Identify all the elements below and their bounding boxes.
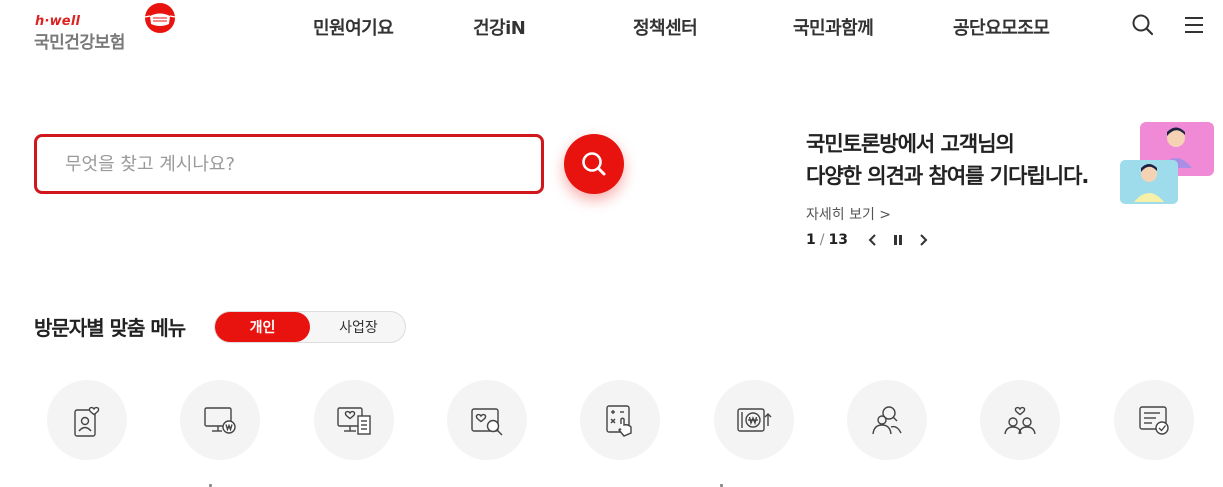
pause-icon [893,235,902,245]
pager-separator: / [819,232,825,248]
family-heart-icon [1004,406,1036,435]
calculator-hand-icon [606,405,632,437]
search-icon [582,152,606,176]
pager-next-button[interactable] [916,230,932,250]
chevron-right-icon [920,234,928,246]
visitor-menu-title: 방문자별 맞춤 메뉴 [34,316,186,340]
logo-name: 국민건강보험 [34,33,125,53]
search-input[interactable] [37,137,541,191]
nav-item-with-people[interactable]: 국민과함께 [793,14,874,40]
menu-item-6[interactable] [714,380,794,460]
visitor-type-toggle: 개인 사업장 [214,311,406,343]
search-submit-button[interactable] [564,134,624,194]
receipt-heart-icon [337,407,371,435]
pager-pause-button[interactable] [890,230,906,250]
chevron-left-icon [868,234,876,246]
video-call-people-illustration [1120,122,1214,204]
document-check-icon [1139,406,1169,435]
menu-item-3[interactable] [314,380,394,460]
nav-item-policy[interactable]: 정책센터 [633,14,698,40]
tab-individual[interactable]: 개인 [215,312,310,342]
banner-more-link[interactable]: 자세히 보기 > [806,204,891,224]
nav-item-minwon[interactable]: 민원여기요 [313,14,394,40]
menu-item-1[interactable] [47,380,127,460]
menu-item-4[interactable] [447,380,527,460]
person-search-icon [872,406,902,435]
menu-item-5[interactable] [580,380,660,460]
menu-item-7[interactable] [847,380,927,460]
pager-prev-button[interactable] [864,230,880,250]
nav-item-health-in[interactable]: 건강iN [473,14,526,40]
nav-item-about[interactable]: 공단요모조모 [953,14,1050,40]
menu-item-9[interactable] [1114,380,1194,460]
won-up-icon [737,408,772,432]
banner-pager: 1 / 13 [806,230,932,250]
pager-current: 1 [806,232,816,248]
all-menu-button[interactable] [1181,12,1207,38]
search-box [34,134,544,194]
profile-heart-icon [74,406,100,437]
menu-item-2[interactable] [180,380,260,460]
menu-item-8[interactable] [980,380,1060,460]
pager-total: 13 [828,232,848,248]
monitor-won-icon [204,407,236,434]
hamburger-menu-icon [1185,17,1203,33]
tab-business[interactable]: 사업장 [311,312,406,342]
site-logo[interactable]: h·well 국민건강보험 [34,2,184,53]
logo-tagline: h·well [35,14,81,29]
mask-mascot-icon [144,3,176,33]
header-search-button[interactable] [1130,12,1156,38]
search-heart-icon [471,408,503,436]
search-icon [1132,14,1154,36]
